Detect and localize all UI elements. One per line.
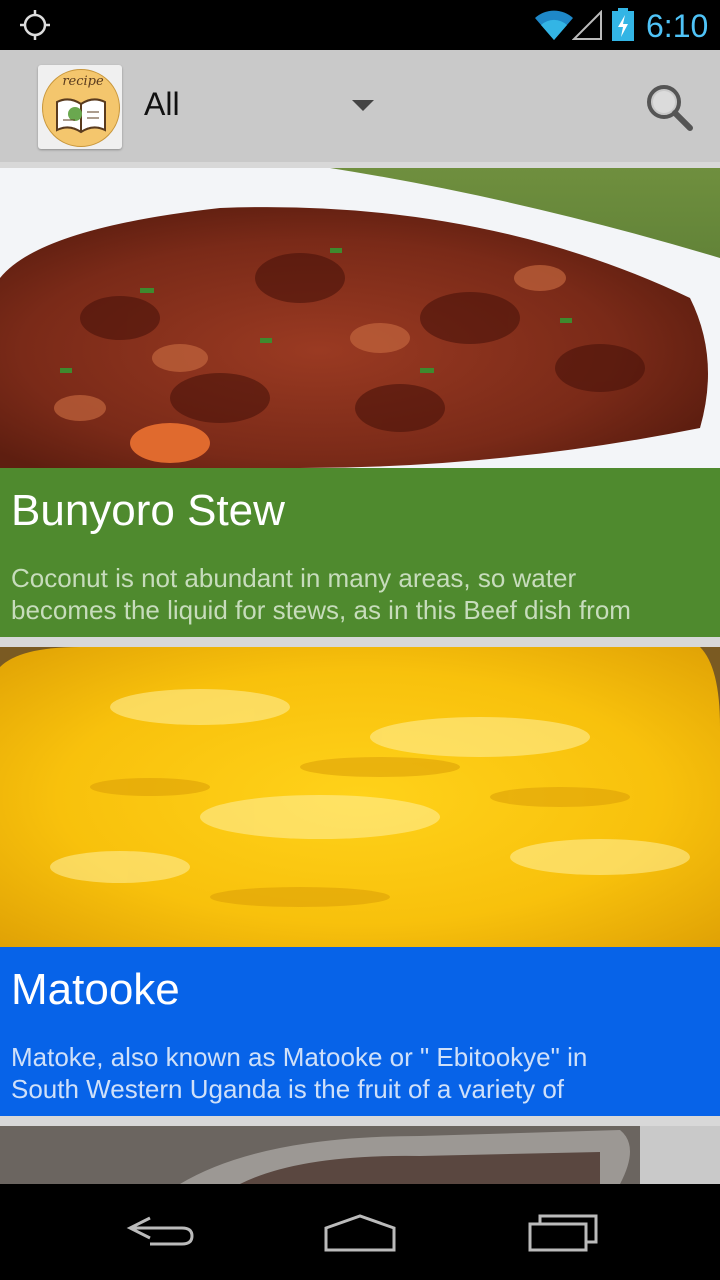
recipe-card-matooke[interactable]: Matooke Matoke, also known as Matooke or… [0, 647, 720, 1116]
recent-apps-icon[interactable] [522, 1206, 602, 1256]
recipe-title: Matooke [11, 965, 180, 1014]
recipe-image-beef-stew [0, 168, 720, 468]
navigation-bar [0, 1184, 720, 1280]
recipe-description-line: South Western Uganda is the fruit of a v… [11, 1074, 565, 1104]
recipe-description-line: Coconut is not abundant in many areas, s… [11, 563, 577, 593]
battery-charging-icon [612, 8, 634, 41]
search-icon[interactable] [640, 78, 700, 138]
signal-icon [572, 10, 602, 40]
wifi-icon [535, 10, 573, 40]
recipe-image-matooke [0, 647, 720, 947]
back-icon[interactable] [120, 1206, 200, 1256]
recipe-description-line: becomes the liquid for stews, as in this… [11, 595, 631, 625]
recipe-title: Bunyoro Stew [11, 486, 285, 535]
recipe-card-bunyoro-stew[interactable]: Bunyoro Stew Coconut is not abundant in … [0, 168, 720, 637]
category-filter-value[interactable]: All [144, 86, 180, 123]
recipe-description: Coconut is not abundant in many areas, s… [11, 562, 711, 626]
app-logo-icon[interactable]: recipe [38, 65, 122, 149]
gps-icon [20, 10, 50, 40]
recipe-description: Matoke, also known as Matooke or " Ebito… [11, 1041, 711, 1105]
recipe-image-partial [0, 1126, 720, 1184]
recipe-title-area: Bunyoro Stew Coconut is not abundant in … [0, 468, 720, 637]
clock: 6:10 [646, 8, 709, 44]
dropdown-arrow-icon[interactable] [352, 100, 374, 111]
status-bar: 6:10 [0, 0, 720, 50]
recipe-title-area: Matooke Matoke, also known as Matooke or… [0, 947, 720, 1116]
logo-text: recipe [62, 74, 104, 89]
home-icon[interactable] [320, 1206, 400, 1256]
action-bar: recipe All [0, 50, 720, 162]
recipe-description-line: Matoke, also known as Matooke or " Ebito… [11, 1042, 588, 1072]
recipe-card-partial[interactable] [0, 1126, 720, 1184]
